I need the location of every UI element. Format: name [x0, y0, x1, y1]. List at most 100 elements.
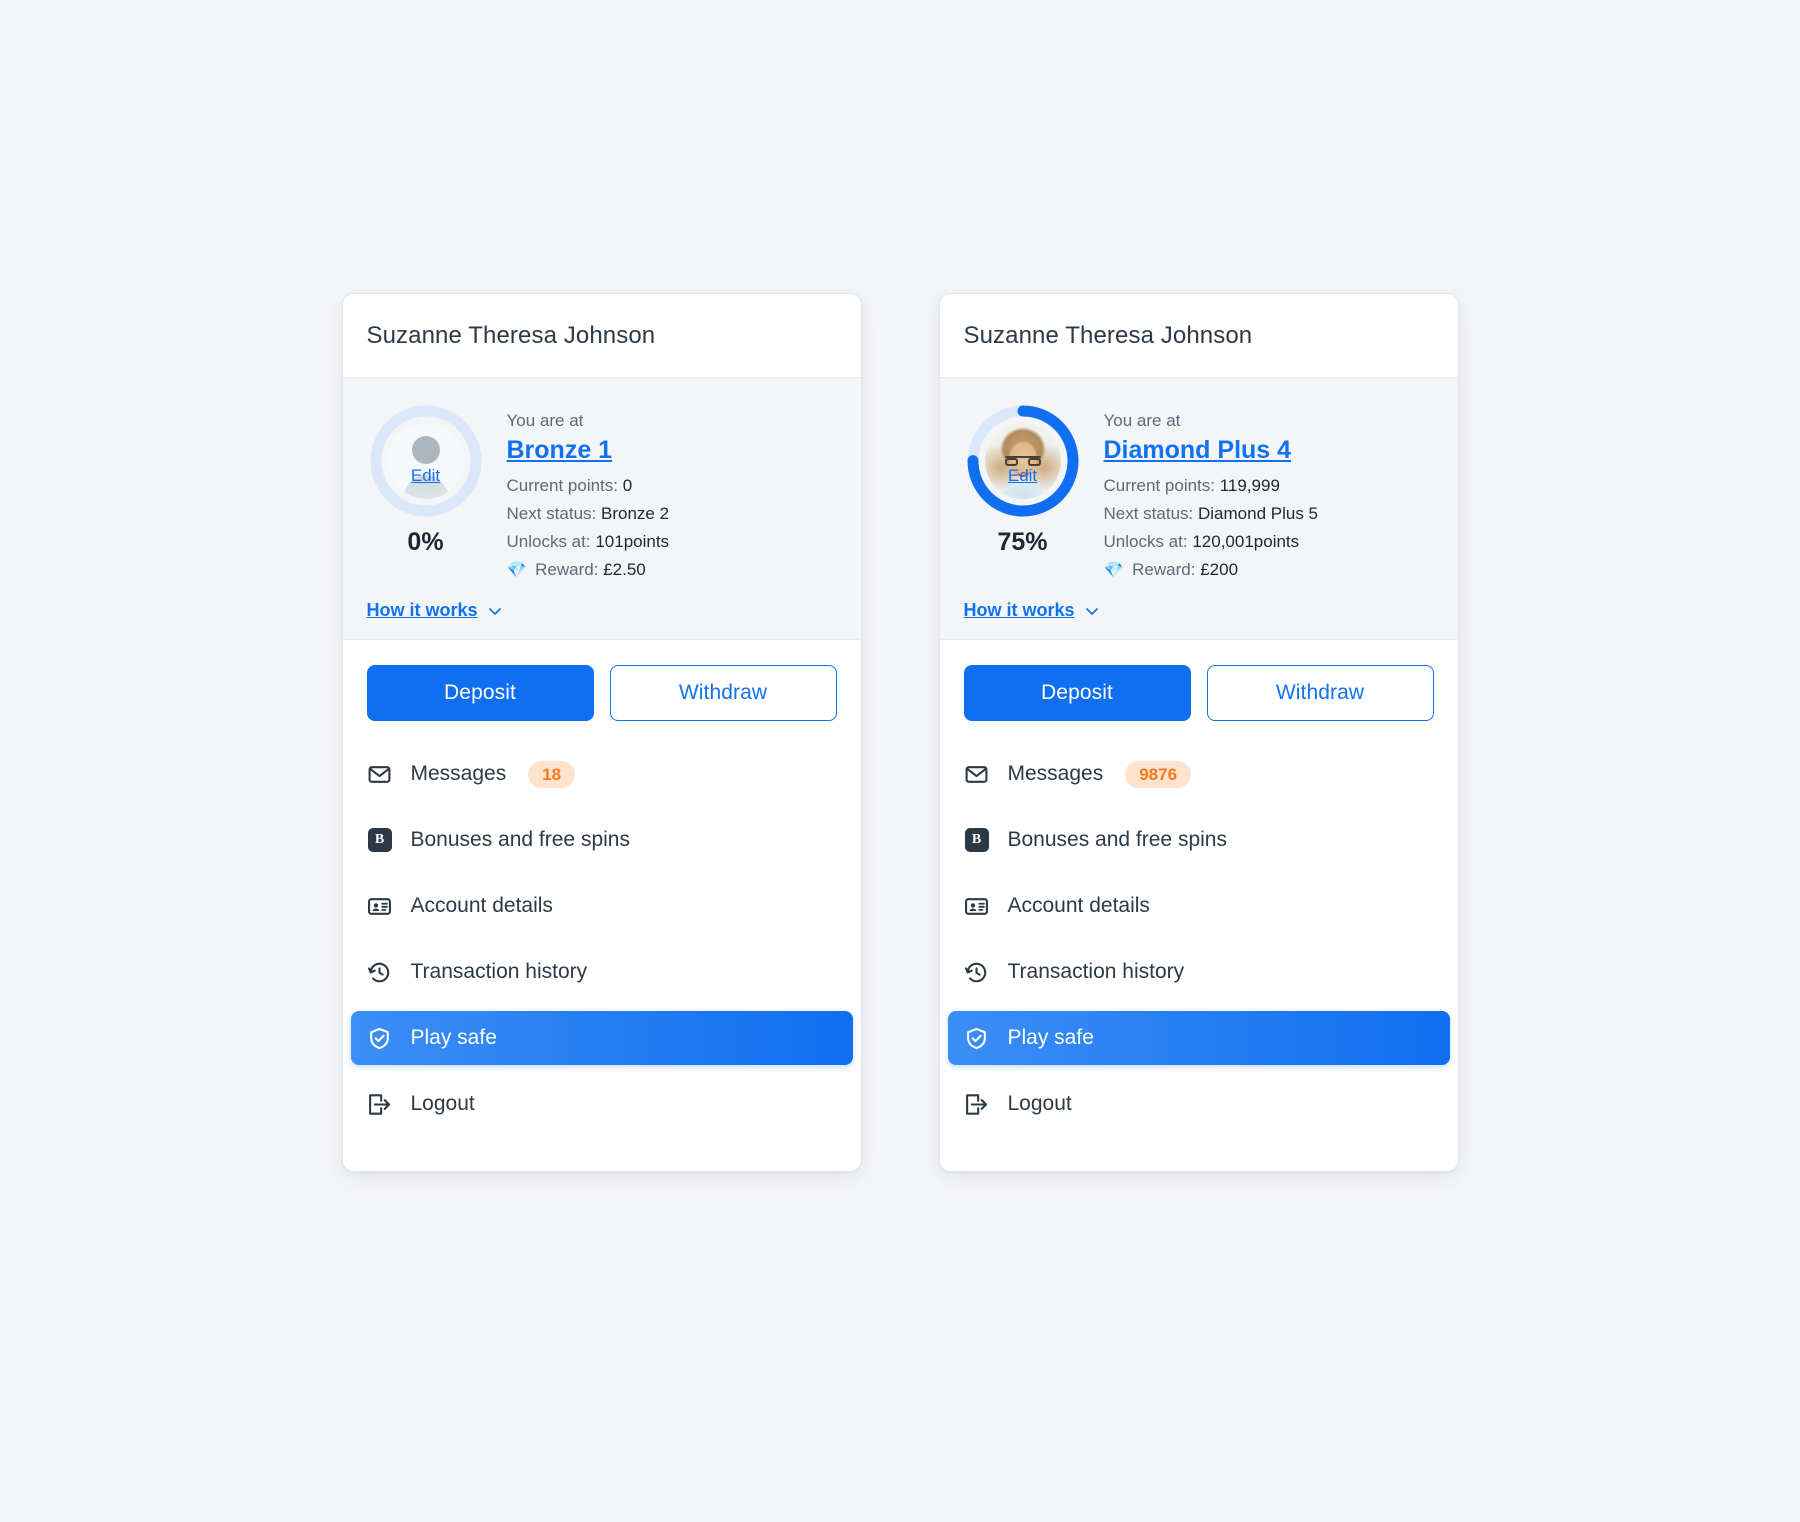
next-status-label: Next status: [1103, 504, 1194, 524]
current-points-label: Current points: [506, 476, 619, 496]
user-name: Suzanne Theresa Johnson [366, 322, 656, 349]
unlocks-at-row: Unlocks at: 101points [507, 528, 837, 556]
avatar-edit-link[interactable]: Edit [411, 466, 440, 486]
bonus-b-icon: B [964, 827, 990, 853]
avatar-edit-link[interactable]: Edit [1008, 466, 1037, 486]
menu-item-label: Bonuses and free spins [1007, 828, 1227, 852]
account-card: Suzanne Theresa Johnson Edit 75% You are… [938, 293, 1459, 1173]
menu-item-account-details[interactable]: Account details [948, 879, 1450, 933]
menu-item-logout[interactable]: Logout [351, 1077, 853, 1131]
menu-item-transaction-history[interactable]: Transaction history [351, 945, 853, 999]
current-points-value: 0 [622, 476, 633, 496]
unlocks-at-value: 101points [595, 532, 670, 551]
action-buttons: Deposit Withdraw [940, 640, 1458, 741]
card-header: Suzanne Theresa Johnson [342, 294, 861, 378]
deposit-button[interactable]: Deposit [366, 665, 594, 722]
menu-item-label: Account details [1007, 894, 1150, 918]
shield-check-icon [964, 1025, 990, 1051]
avatar[interactable]: Edit [964, 402, 1082, 520]
reward-label: Reward: [1132, 559, 1196, 579]
menu-item-label: Messages [1007, 762, 1104, 786]
unlocks-at-label: Unlocks at: [506, 532, 591, 551]
withdraw-button[interactable]: Withdraw [1206, 665, 1434, 722]
shield-check-icon [367, 1025, 393, 1051]
menu-item-label: Transaction history [1007, 960, 1185, 984]
action-buttons: Deposit Withdraw [343, 640, 861, 741]
menu-item-label: Account details [410, 894, 553, 918]
menu-item-account-details[interactable]: Account details [351, 879, 853, 933]
current-points-row: Current points: 119,999 [1104, 472, 1434, 500]
history-clock-icon [367, 959, 393, 985]
unread-count-badge: 18 [528, 760, 576, 788]
progress-percent: 75% [997, 528, 1048, 556]
menu-item-messages[interactable]: Messages 9876 [948, 747, 1450, 801]
loyalty-details: You are at Diamond Plus 4 Current points… [1104, 402, 1434, 584]
avatar-placeholder-icon [387, 423, 464, 499]
menu-item-play-safe[interactable]: Play safe [947, 1011, 1450, 1066]
menu-item-label: Transaction history [410, 960, 588, 984]
next-status-row: Next status: Diamond Plus 5 [1104, 500, 1434, 528]
loyalty-details: You are at Bronze 1 Current points: 0 Ne… [507, 402, 837, 584]
loyalty-section: Edit 75% You are at Diamond Plus 4 Curre… [939, 378, 1458, 641]
how-it-works-label: How it works [963, 600, 1075, 621]
menu-item-bonuses-and-free-spins[interactable]: B Bonuses and free spins [948, 813, 1450, 867]
user-name: Suzanne Theresa Johnson [963, 322, 1253, 349]
menu-item-label: Bonuses and free spins [410, 828, 630, 852]
deposit-button[interactable]: Deposit [963, 665, 1191, 722]
menu-item-play-safe[interactable]: Play safe [350, 1011, 853, 1066]
next-status-value: Diamond Plus 5 [1198, 504, 1319, 524]
id-card-icon [367, 893, 393, 919]
avatar-photo [984, 423, 1061, 499]
menu-item-label: Logout [410, 1092, 475, 1116]
id-card-icon [964, 893, 990, 919]
account-card: Suzanne Theresa Johnson Edit 0% You are … [341, 293, 862, 1173]
progress-percent: 0% [407, 528, 444, 556]
account-menu: Messages 9876 B Bonuses and free spins Accou… [940, 741, 1458, 1171]
next-status-label: Next status: [506, 504, 597, 524]
bonus-b-icon: B [367, 827, 393, 853]
current-tier-link[interactable]: Diamond Plus 4 [1104, 436, 1292, 465]
withdraw-button[interactable]: Withdraw [609, 665, 837, 722]
how-it-works-label: How it works [366, 600, 478, 621]
reward-value: £200 [1200, 559, 1239, 579]
account-menu: Messages 18 B Bonuses and free spins Account… [343, 741, 861, 1171]
reward-label: Reward: [535, 559, 599, 579]
menu-item-label: Play safe [410, 1026, 497, 1050]
how-it-works-toggle[interactable]: How it works [367, 600, 502, 621]
logout-arrow-icon [964, 1091, 990, 1117]
how-it-works-toggle[interactable]: How it works [964, 600, 1099, 621]
diamond-icon: 💎 [1103, 561, 1124, 579]
menu-item-label: Play safe [1007, 1026, 1094, 1050]
avatar[interactable]: Edit [367, 402, 485, 520]
menu-item-bonuses-and-free-spins[interactable]: B Bonuses and free spins [351, 813, 853, 867]
menu-item-messages[interactable]: Messages 18 [351, 747, 853, 801]
current-tier-link[interactable]: Bronze 1 [507, 436, 613, 465]
envelope-icon [964, 761, 990, 787]
reward-row: 💎 Reward: £200 [1104, 556, 1434, 584]
reward-value: £2.50 [603, 559, 646, 579]
loyalty-section: Edit 0% You are at Bronze 1 Current poin… [342, 378, 861, 641]
reward-row: 💎 Reward: £2.50 [507, 556, 837, 584]
unlocks-at-row: Unlocks at: 120,001points [1104, 528, 1434, 556]
chevron-down-icon [488, 604, 502, 618]
menu-item-logout[interactable]: Logout [948, 1077, 1450, 1131]
next-status-row: Next status: Bronze 2 [507, 500, 837, 528]
logout-arrow-icon [367, 1091, 393, 1117]
diamond-icon: 💎 [506, 561, 527, 579]
menu-item-label: Messages [410, 762, 507, 786]
history-clock-icon [964, 959, 990, 985]
you-are-at-label: You are at [506, 411, 584, 430]
current-points-row: Current points: 0 [507, 472, 837, 500]
unlocks-at-label: Unlocks at: [1103, 532, 1188, 551]
current-points-value: 119,999 [1219, 476, 1280, 496]
envelope-icon [367, 761, 393, 787]
menu-item-transaction-history[interactable]: Transaction history [948, 945, 1450, 999]
current-points-label: Current points: [1103, 476, 1216, 496]
menu-item-label: Logout [1007, 1092, 1072, 1116]
chevron-down-icon [1085, 604, 1099, 618]
unlocks-at-value: 120,001points [1192, 532, 1300, 551]
loyalty-progress-block: Edit 0% [367, 402, 485, 557]
page-root: Suzanne Theresa Johnson Edit 0% You are … [0, 0, 1800, 1522]
next-status-value: Bronze 2 [601, 504, 670, 524]
unread-count-badge: 9876 [1125, 760, 1192, 788]
